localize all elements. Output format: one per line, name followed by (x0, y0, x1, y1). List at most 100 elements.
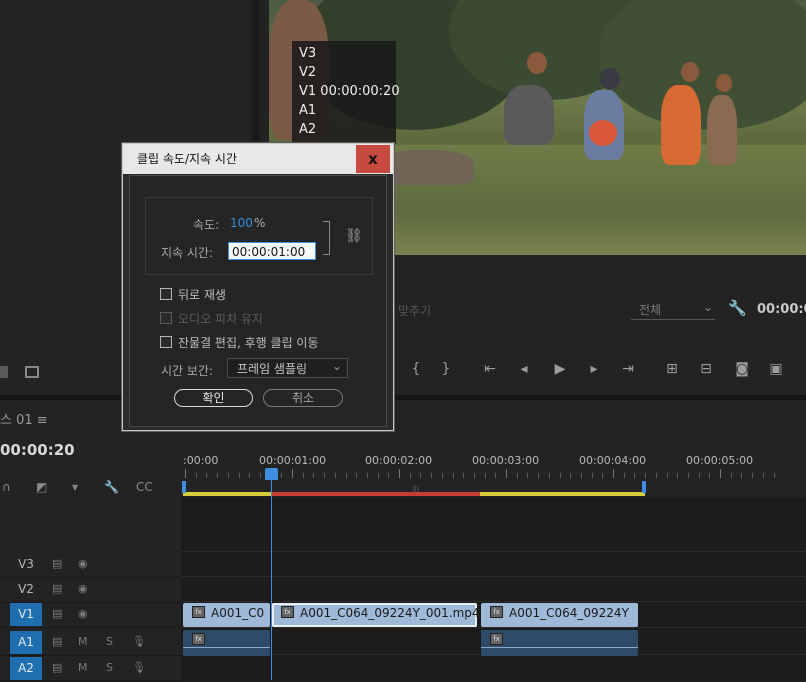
extract-icon[interactable]: ⊟ (694, 361, 718, 377)
ruler-tick (559, 473, 561, 478)
wrench-icon[interactable]: 🔧 (104, 480, 119, 494)
play-icon[interactable]: ▶ (548, 361, 572, 377)
playhead-icon[interactable] (265, 468, 278, 480)
sequence-timecode[interactable]: 00:00:20 (0, 441, 75, 459)
render-bar (272, 492, 480, 496)
ruler-tick (399, 469, 400, 478)
step-back-icon[interactable]: ◂ (512, 361, 536, 377)
mic-icon[interactable]: 🎙 (132, 635, 146, 648)
ruler-tick (366, 473, 368, 478)
ruler-tick (506, 469, 507, 478)
film-icon[interactable]: ▤ (52, 557, 62, 570)
linked-selection-icon[interactable]: ◩ (36, 480, 47, 494)
ruler-tick (773, 473, 775, 478)
ruler-tick (259, 473, 261, 478)
ruler-tick (762, 473, 764, 478)
wrench-icon[interactable]: 🔧 (728, 299, 747, 317)
speed-value-field[interactable]: 100 (230, 216, 253, 230)
sequence-tab[interactable]: 스 01 ≡ (0, 409, 48, 428)
time-interpolation-select[interactable]: 프레임 샘플링 ⌄ (227, 358, 348, 378)
film-icon[interactable]: ▤ (52, 661, 62, 674)
ruler-tick (720, 469, 721, 478)
ruler-tick (602, 473, 604, 478)
audio-clip[interactable]: fx (481, 630, 638, 656)
captions-icon[interactable]: CC (136, 480, 153, 494)
step-forward-icon[interactable]: ▸ (582, 361, 606, 377)
cancel-button[interactable]: 취소 (263, 389, 343, 407)
close-button[interactable]: x (356, 145, 390, 173)
solo-button[interactable]: S (106, 661, 113, 674)
ruler-tick (249, 473, 251, 478)
mic-icon[interactable]: 🎙 (132, 661, 146, 674)
go-to-in-icon[interactable]: ⇤ (478, 361, 502, 377)
film-icon[interactable]: ▤ (52, 635, 62, 648)
work-area-start-handle[interactable] (182, 481, 186, 493)
video-clip[interactable]: fx A001_C064_09224Y (481, 603, 638, 627)
ruler-tick (302, 473, 304, 478)
snap-icon[interactable]: ∩ (2, 480, 11, 494)
fit-select[interactable]: 전체 ⌄ (631, 300, 715, 320)
lift-icon[interactable]: ⊞ (660, 361, 684, 377)
ruler-tick (687, 473, 689, 478)
eye-icon[interactable]: ◉ (78, 607, 88, 620)
mute-button[interactable]: M (78, 635, 88, 648)
ruler-tick (206, 473, 208, 478)
work-area-grip[interactable]: ||| (412, 485, 419, 493)
track-name[interactable]: V1 (10, 603, 42, 626)
mute-button[interactable]: M (78, 661, 88, 674)
clip-name: A001_C064_09224Y (509, 606, 629, 620)
overlay-line: V1 00:00:00:20 (299, 84, 400, 99)
go-to-out-icon[interactable]: ⇥ (616, 361, 640, 377)
duration-input[interactable]: 00:00:01:00 (228, 242, 316, 260)
overlay-line: V2 (299, 65, 317, 80)
export-frame-icon[interactable]: ▣ (764, 361, 788, 377)
ruler-tick (730, 473, 732, 478)
program-transport-controls: { } ⇤ ◂ ▶ ▸ ⇥ ⊞ ⊟ ◙ ▣ (396, 361, 806, 383)
work-area-end-handle[interactable] (642, 481, 646, 493)
track-name[interactable]: V3 (10, 553, 42, 576)
playhead-line[interactable] (271, 470, 272, 680)
ruler-tick (185, 469, 186, 478)
ruler-tick (409, 473, 411, 478)
camera-icon[interactable]: ◙ (730, 361, 754, 377)
ruler-tick (580, 473, 582, 478)
clip-speed-dialog: 클립 속도/지속 시간 x 속도: 100 % 지속 시간: 00:00:01:… (122, 143, 394, 431)
track-name[interactable]: A2 (10, 657, 42, 680)
ripple-edit-label: 잔물결 편집, 후행 클립 이동 (178, 336, 319, 350)
ripple-edit-checkbox[interactable] (160, 336, 172, 348)
track-header-v2: V2 ▤ ◉ (0, 577, 181, 603)
fx-badge-icon: fx (192, 633, 205, 645)
track-overlay: V3 V2 V1 00:00:00:20 A1 A2 A3 (292, 41, 400, 156)
ruler-tick (570, 473, 572, 478)
ruler-tick (324, 473, 326, 478)
video-clip[interactable]: fx A001_C0 (183, 603, 270, 627)
chevron-down-icon: ⌄ (331, 359, 342, 373)
ruler-tick (377, 473, 379, 478)
ruler-tick (677, 473, 679, 478)
reverse-checkbox[interactable] (160, 288, 172, 300)
speed-group (145, 197, 373, 275)
eye-icon[interactable]: ◉ (78, 582, 88, 595)
link-icon[interactable]: ⛓ (345, 228, 363, 244)
ruler-tick (345, 473, 347, 478)
mark-out-icon[interactable]: } (434, 361, 458, 377)
solo-button[interactable]: S (106, 635, 113, 648)
mark-in-icon[interactable]: { (404, 361, 428, 377)
compare-view-icon[interactable] (25, 366, 39, 378)
panel-control-icon[interactable] (0, 366, 8, 378)
ruler-tick (388, 473, 390, 478)
eye-icon[interactable]: ◉ (78, 557, 88, 570)
speed-unit: % (254, 216, 266, 230)
track-name[interactable]: V2 (10, 578, 42, 601)
film-icon[interactable]: ▤ (52, 582, 62, 595)
ruler-tick (623, 473, 625, 478)
film-icon[interactable]: ▤ (52, 607, 62, 620)
track-header-v3: V3 ▤ ◉ (0, 552, 181, 578)
video-clip-selected[interactable]: fx A001_C064_09224Y_001.mp4 (272, 603, 477, 627)
audio-clip[interactable]: fx (183, 630, 270, 656)
ok-button[interactable]: 확인 (174, 389, 253, 407)
marker-icon[interactable]: ▾ (72, 480, 78, 494)
track-name[interactable]: A1 (10, 631, 42, 654)
ruler-tick (195, 473, 197, 478)
ruler-tick (238, 473, 240, 478)
